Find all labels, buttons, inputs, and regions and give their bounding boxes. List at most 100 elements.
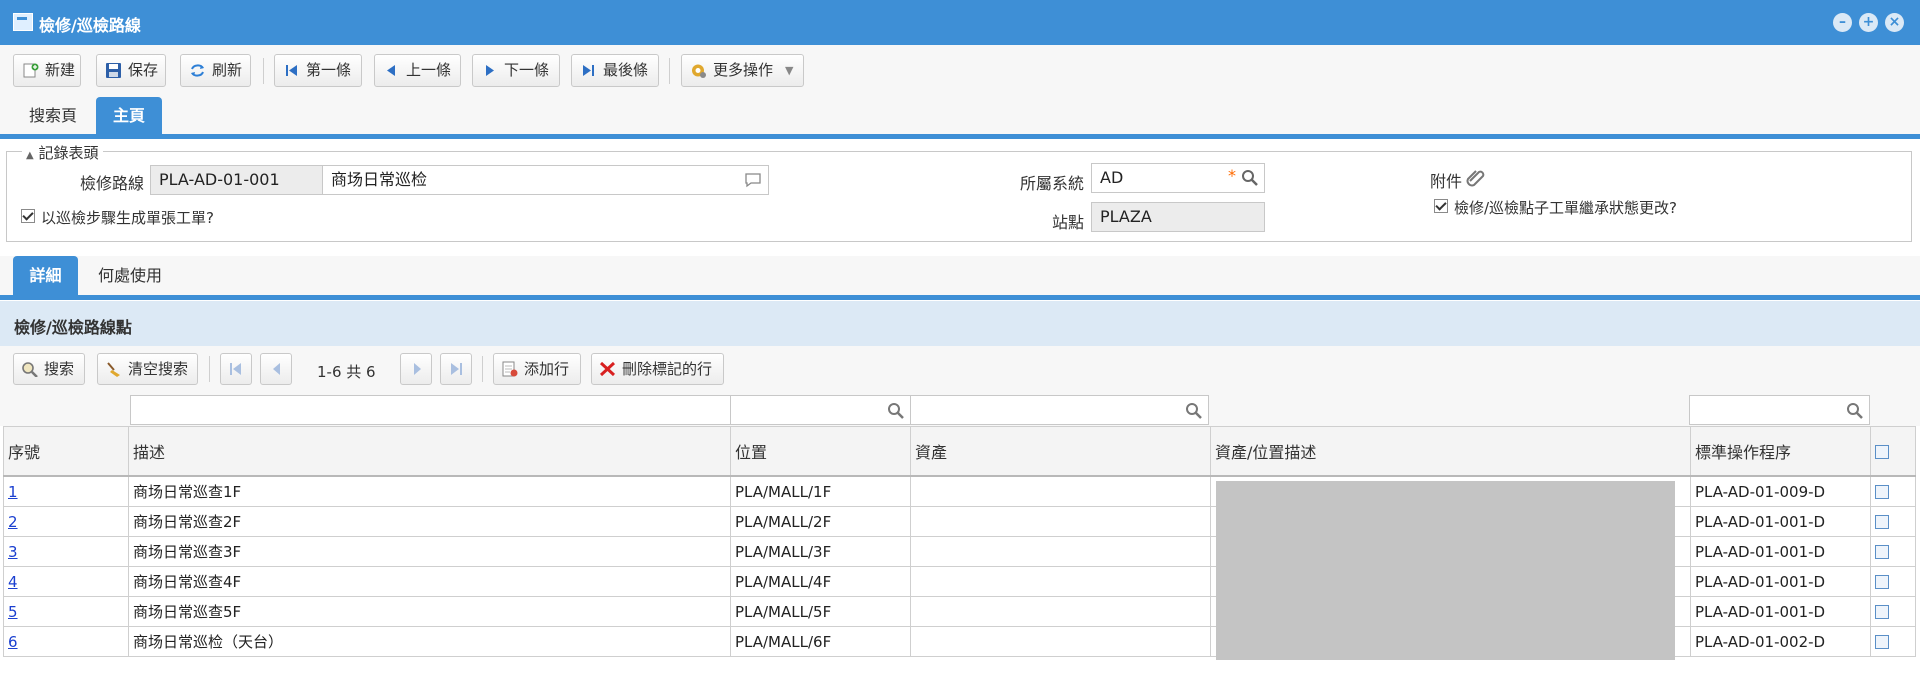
row-number-link[interactable]: 2 — [8, 513, 18, 531]
site-field[interactable]: PLAZA — [1091, 202, 1265, 232]
delete-marked-rows-button[interactable]: 刪除標記的行 — [591, 353, 724, 385]
main-toolbar: 新建 保存 刷新 第一條 上一條 下一條 最後條 更多操作 ▼ — [0, 45, 1920, 97]
row-number-link[interactable]: 1 — [8, 483, 18, 501]
comment-icon[interactable] — [744, 172, 762, 188]
clear-search-button[interactable]: 清空搜索 — [97, 353, 198, 385]
prev-page-button[interactable] — [260, 353, 292, 385]
row-desc: 商场日常巡查3F — [128, 536, 731, 567]
tab-details[interactable]: 詳細 — [13, 256, 78, 296]
select-all-checkbox[interactable] — [1875, 445, 1889, 459]
last-page-button[interactable] — [440, 353, 472, 385]
save-button[interactable]: 保存 — [96, 54, 166, 87]
col-header-select — [1870, 426, 1916, 477]
filter-location-input[interactable] — [730, 395, 911, 425]
refresh-button[interactable]: 刷新 — [180, 54, 251, 87]
last-record-button[interactable]: 最後條 — [571, 54, 659, 87]
minimize-icon[interactable]: – — [1833, 13, 1852, 32]
more-actions-button[interactable]: 更多操作 ▼ — [681, 54, 804, 87]
delete-x-icon — [599, 361, 616, 377]
gear-icon — [692, 64, 706, 78]
prev-page-icon — [273, 363, 280, 375]
search-icon[interactable] — [1241, 169, 1259, 187]
row-sop: PLA-AD-01-001-D — [1690, 596, 1871, 627]
filter-asset-search-icon[interactable] — [1185, 402, 1203, 420]
next-icon — [486, 65, 494, 76]
maximize-icon[interactable]: + — [1859, 13, 1878, 32]
inherit-status-label: 檢修/巡檢點子工單繼承狀態更改? — [1454, 199, 1678, 217]
add-row-icon — [502, 361, 518, 377]
grid-toolbar: 搜索 清空搜索 1-6 共 6 添加行 刪除標記的行 — [0, 346, 1920, 394]
chevron-down-icon: ▼ — [785, 64, 794, 77]
first-record-button[interactable]: 第一條 — [274, 54, 362, 87]
row-desc: 商场日常巡查4F — [128, 566, 731, 597]
row-select-checkbox[interactable] — [1875, 635, 1889, 649]
row-location: PLA/MALL/4F — [730, 566, 911, 597]
next-page-icon — [414, 363, 421, 375]
collapse-icon: ▲ — [26, 150, 34, 161]
row-desc: 商场日常巡查5F — [128, 596, 731, 627]
record-header-legend[interactable]: ▲ 記錄表頭 — [22, 142, 103, 163]
system-field[interactable]: AD * — [1091, 163, 1265, 193]
row-select-checkbox[interactable] — [1875, 605, 1889, 619]
app-icon — [13, 13, 33, 31]
toolbar-separator — [669, 58, 670, 84]
single-workorder-checkbox[interactable] — [21, 209, 35, 223]
filter-sop-search-icon[interactable] — [1846, 402, 1864, 420]
filter-asset-input[interactable] — [910, 395, 1209, 425]
next-record-button[interactable]: 下一條 — [472, 54, 560, 87]
main-tabs: 搜索頁 主頁 — [0, 97, 1920, 135]
grid-search-button[interactable]: 搜索 — [13, 353, 85, 385]
title-bar: 檢修/巡檢路線 – + × — [0, 0, 1920, 45]
col-header-sop[interactable]: 標準操作程序 — [1690, 426, 1871, 477]
row-desc: 商场日常巡检（天台） — [128, 626, 731, 657]
row-number-link[interactable]: 4 — [8, 573, 18, 591]
tab-search-page[interactable]: 搜索頁 — [18, 97, 88, 135]
first-page-button[interactable] — [220, 353, 252, 385]
row-number-link[interactable]: 5 — [8, 603, 18, 621]
next-page-button[interactable] — [400, 353, 432, 385]
prev-record-button[interactable]: 上一條 — [374, 54, 461, 87]
row-location: PLA/MALL/5F — [730, 596, 911, 627]
system-label: 所屬系統 — [1019, 174, 1084, 193]
col-header-asset[interactable]: 資產 — [910, 426, 1211, 477]
filter-location-search-icon[interactable] — [887, 402, 905, 420]
first-icon — [286, 65, 297, 76]
row-select-checkbox[interactable] — [1875, 515, 1889, 529]
row-select-checkbox[interactable] — [1875, 485, 1889, 499]
row-number-link[interactable]: 3 — [8, 543, 18, 561]
col-header-no[interactable]: 序號 — [3, 426, 129, 477]
filter-desc-input[interactable] — [130, 395, 731, 425]
row-sop: PLA-AD-01-009-D — [1690, 475, 1871, 507]
add-row-button[interactable]: 添加行 — [493, 353, 581, 385]
new-button[interactable]: 新建 — [13, 54, 81, 87]
row-number-link[interactable]: 6 — [8, 633, 18, 651]
tab-underline — [0, 134, 1920, 139]
filter-sop-input[interactable] — [1689, 395, 1870, 425]
filter-row — [0, 394, 1920, 426]
row-asset — [910, 566, 1211, 597]
row-location: PLA/MALL/2F — [730, 506, 911, 537]
route-desc-field[interactable]: 商场日常巡检 — [322, 165, 769, 195]
inherit-status-checkbox[interactable] — [1434, 199, 1448, 213]
route-code-field[interactable]: PLA-AD-01-001 — [150, 165, 323, 195]
table-header-row: 序號 描述 位置 資產 資產/位置描述 標準操作程序 — [3, 426, 1916, 477]
row-select-checkbox[interactable] — [1875, 575, 1889, 589]
row-location: PLA/MALL/1F — [730, 475, 911, 507]
attachment-label: 附件 — [1430, 172, 1463, 191]
row-asset — [910, 626, 1211, 657]
col-header-asset-loc-desc[interactable]: 資產/位置描述 — [1210, 426, 1691, 477]
row-select-checkbox[interactable] — [1875, 545, 1889, 559]
close-icon[interactable]: × — [1885, 13, 1904, 32]
paperclip-icon[interactable] — [1465, 167, 1487, 187]
redacted-region — [1216, 481, 1675, 660]
new-doc-icon — [23, 63, 39, 78]
row-sop: PLA-AD-01-001-D — [1690, 506, 1871, 537]
tab-main-page[interactable]: 主頁 — [96, 97, 162, 135]
tab-where-used[interactable]: 何處使用 — [90, 256, 170, 296]
col-header-desc[interactable]: 描述 — [128, 426, 731, 477]
refresh-icon — [191, 64, 204, 77]
row-location: PLA/MALL/3F — [730, 536, 911, 567]
col-header-location[interactable]: 位置 — [730, 426, 911, 477]
first-page-icon — [230, 363, 241, 375]
broom-icon — [107, 362, 120, 377]
